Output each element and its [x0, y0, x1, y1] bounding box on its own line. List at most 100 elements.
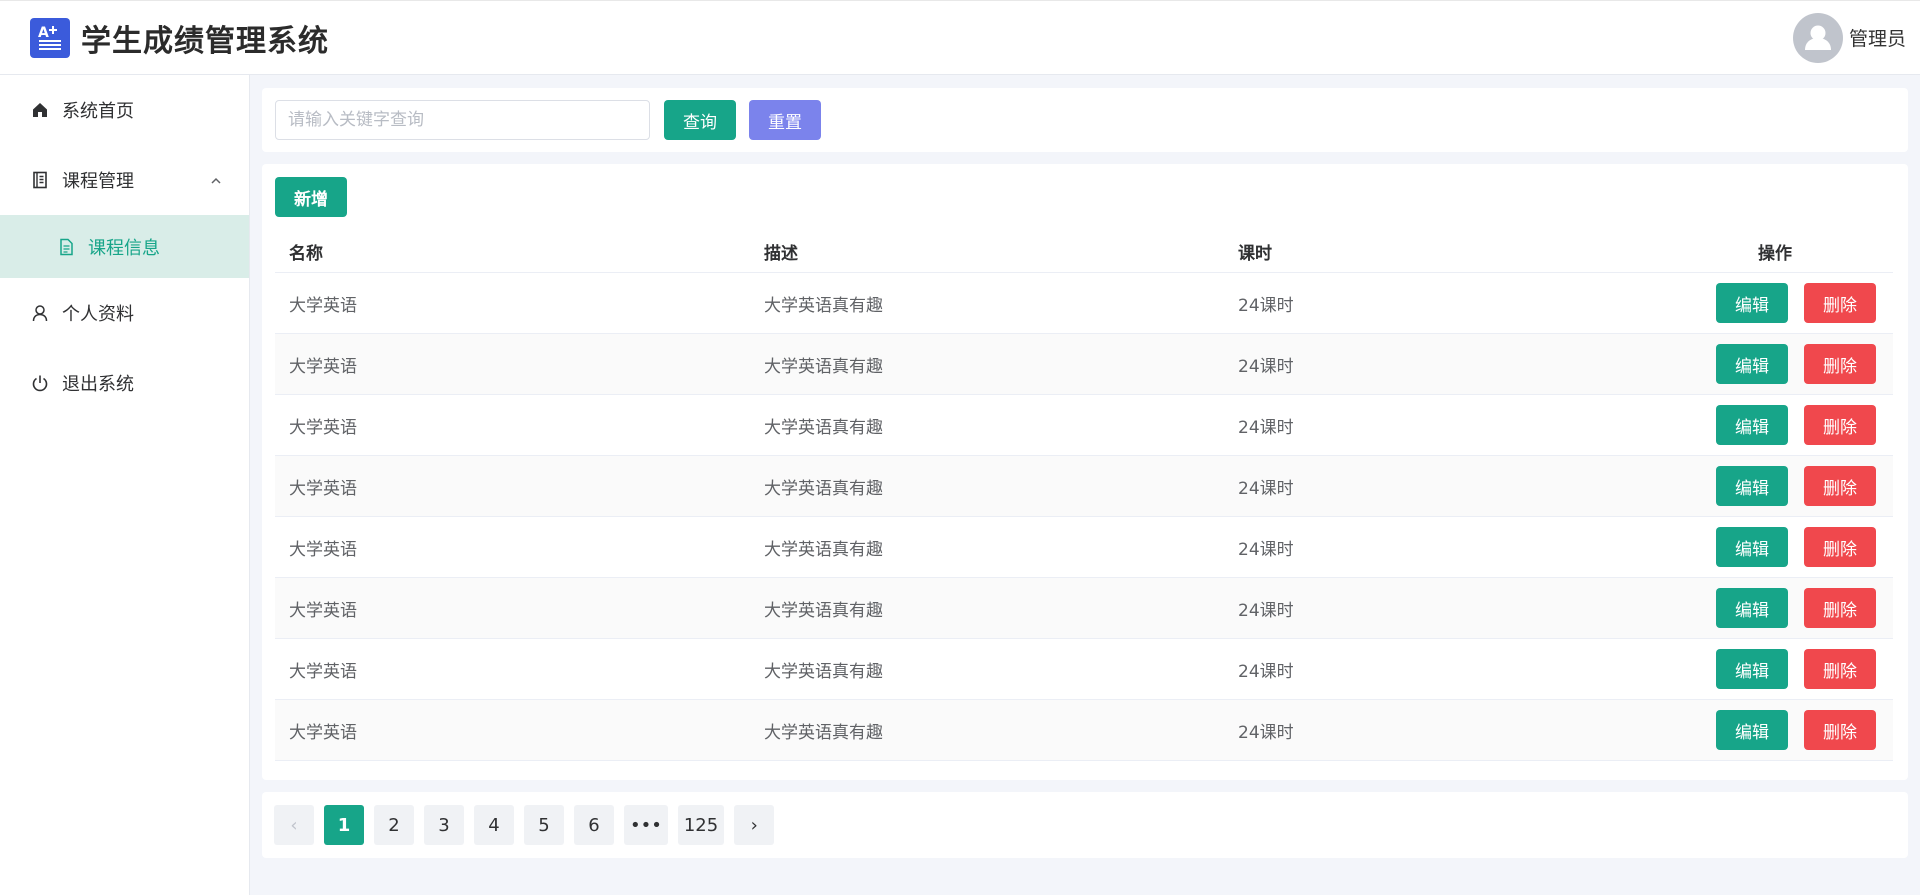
delete-button[interactable]: 删除	[1804, 283, 1876, 323]
course-table: 名称 描述 课时 操作 大学英语 大学英语真有趣 24课时 编辑 删除 大学英语 大学英语真…	[275, 230, 1893, 761]
cell-actions: 编辑 删除	[1698, 405, 1893, 445]
notebook-icon	[30, 170, 50, 190]
cell-name: 大学英语	[289, 722, 357, 743]
page-number[interactable]: 1	[324, 805, 364, 845]
table-row: 大学英语 大学英语真有趣 24课时 编辑 删除	[275, 700, 1893, 761]
cell-desc: 大学英语真有趣	[764, 600, 883, 621]
app-title: 学生成绩管理系统	[81, 23, 329, 59]
cell-name: 大学英语	[289, 539, 357, 560]
table-row: 大学英语 大学英语真有趣 24课时 编辑 删除	[275, 456, 1893, 517]
cell-actions: 编辑 删除	[1698, 649, 1893, 689]
edit-button[interactable]: 编辑	[1716, 649, 1788, 689]
cell-actions: 编辑 删除	[1698, 466, 1893, 506]
home-icon	[30, 100, 50, 120]
sidebar-item-profile[interactable]: 个人资料	[0, 278, 249, 348]
table-card: 新增 名称 描述 课时 操作 大学英语 大学英语真有趣 24课时 编辑 删除 大学英语 大学…	[262, 164, 1908, 780]
document-icon	[56, 237, 76, 257]
cell-hours: 24课时	[1238, 661, 1294, 682]
column-header-hours: 课时	[1238, 243, 1272, 264]
sidebar-item-course-info[interactable]: 课程信息	[0, 215, 249, 278]
app-header: A 学生成绩管理系统 管理员	[0, 0, 1920, 75]
page-number[interactable]: 5	[524, 805, 564, 845]
pagination: ‹ 1 2 3 4 5 6 ••• 125 ›	[262, 792, 1908, 858]
column-header-actions: 操作	[1758, 243, 1792, 264]
cell-hours: 24课时	[1238, 417, 1294, 438]
sidebar-item-course-management[interactable]: 课程管理	[0, 145, 249, 215]
search-bar: 查询 重置	[262, 88, 1908, 152]
table-body: 大学英语 大学英语真有趣 24课时 编辑 删除 大学英语 大学英语真有趣 24课时 编辑 删除 大学…	[275, 273, 1893, 761]
cell-name: 大学英语	[289, 295, 357, 316]
add-button[interactable]: 新增	[275, 177, 347, 217]
cell-hours: 24课时	[1238, 722, 1294, 743]
cell-desc: 大学英语真有趣	[764, 478, 883, 499]
sidebar: 系统首页 课程管理 课程信息 个人资料 退出系统	[0, 75, 250, 895]
cell-actions: 编辑 删除	[1698, 344, 1893, 384]
a-plus-list-icon: A	[30, 17, 70, 58]
page-number[interactable]: 6	[574, 805, 614, 845]
chevron-up-icon[interactable]	[209, 172, 223, 193]
search-input[interactable]	[275, 100, 650, 140]
page-number[interactable]: 4	[474, 805, 514, 845]
reset-button[interactable]: 重置	[749, 100, 821, 140]
table-row: 大学英语 大学英语真有趣 24课时 编辑 删除	[275, 517, 1893, 578]
delete-button[interactable]: 删除	[1804, 649, 1876, 689]
cell-desc: 大学英语真有趣	[764, 722, 883, 743]
edit-button[interactable]: 编辑	[1716, 405, 1788, 445]
user-menu[interactable]: 管理员	[1792, 12, 1906, 63]
cell-hours: 24课时	[1238, 356, 1294, 377]
power-icon	[30, 373, 50, 393]
table-row: 大学英语 大学英语真有趣 24课时 编辑 删除	[275, 334, 1893, 395]
cell-actions: 编辑 删除	[1698, 283, 1893, 323]
cell-desc: 大学英语真有趣	[764, 295, 883, 316]
main-content: 查询 重置 新增 名称 描述 课时 操作 大学英语大学英语真有趣24课时编辑删除…	[250, 75, 1920, 895]
edit-button[interactable]: 编辑	[1716, 344, 1788, 384]
page-ellipsis[interactable]: •••	[624, 805, 668, 845]
cell-name: 大学英语	[289, 356, 357, 377]
table-row: 大学英语 大学英语真有趣 24课时 编辑 删除	[275, 395, 1893, 456]
sidebar-item-label: 系统首页	[62, 101, 134, 122]
query-button[interactable]: 查询	[664, 100, 736, 140]
page-number[interactable]: 125	[677, 805, 725, 845]
user-avatar-icon[interactable]	[1792, 12, 1843, 63]
edit-button[interactable]: 编辑	[1716, 588, 1788, 628]
user-icon	[30, 303, 50, 323]
edit-button[interactable]: 编辑	[1716, 527, 1788, 567]
cell-desc: 大学英语真有趣	[764, 539, 883, 560]
table-header: 名称 描述 课时 操作	[275, 230, 1893, 273]
sidebar-item-home[interactable]: 系统首页	[0, 75, 249, 145]
prev-page-button[interactable]: ‹	[274, 805, 314, 845]
table-row: 大学英语 大学英语真有趣 24课时 编辑 删除	[275, 578, 1893, 639]
delete-button[interactable]: 删除	[1804, 527, 1876, 567]
sidebar-item-label: 个人资料	[62, 304, 134, 325]
delete-button[interactable]: 删除	[1804, 588, 1876, 628]
sidebar-item-label: 退出系统	[62, 374, 134, 395]
cell-actions: 编辑 删除	[1698, 527, 1893, 567]
next-page-button[interactable]: ›	[734, 805, 775, 845]
sidebar-item-label: 课程管理	[62, 171, 134, 192]
cell-hours: 24课时	[1238, 539, 1294, 560]
cell-actions: 编辑 删除	[1698, 710, 1893, 750]
delete-button[interactable]: 删除	[1804, 344, 1876, 384]
cell-name: 大学英语	[289, 478, 357, 499]
brand: A 学生成绩管理系统	[30, 16, 329, 60]
edit-button[interactable]: 编辑	[1716, 466, 1788, 506]
username[interactable]: 管理员	[1849, 24, 1906, 51]
cell-desc: 大学英语真有趣	[764, 661, 883, 682]
page-number[interactable]: 2	[374, 805, 414, 845]
cell-name: 大学英语	[289, 600, 357, 621]
page-number[interactable]: 3	[424, 805, 464, 845]
edit-button[interactable]: 编辑	[1716, 710, 1788, 750]
column-header-desc: 描述	[764, 243, 798, 264]
delete-button[interactable]: 删除	[1804, 466, 1876, 506]
sidebar-item-logout[interactable]: 退出系统	[0, 348, 249, 418]
cell-desc: 大学英语真有趣	[764, 356, 883, 377]
edit-button[interactable]: 编辑	[1716, 283, 1788, 323]
delete-button[interactable]: 删除	[1804, 710, 1876, 750]
delete-button[interactable]: 删除	[1804, 405, 1876, 445]
cell-desc: 大学英语真有趣	[764, 417, 883, 438]
sidebar-item-label: 课程信息	[88, 237, 160, 259]
cell-name: 大学英语	[289, 661, 357, 682]
svg-text:A: A	[38, 25, 49, 41]
table-row: 大学英语 大学英语真有趣 24课时 编辑 删除	[275, 639, 1893, 700]
column-header-name: 名称	[289, 243, 323, 264]
